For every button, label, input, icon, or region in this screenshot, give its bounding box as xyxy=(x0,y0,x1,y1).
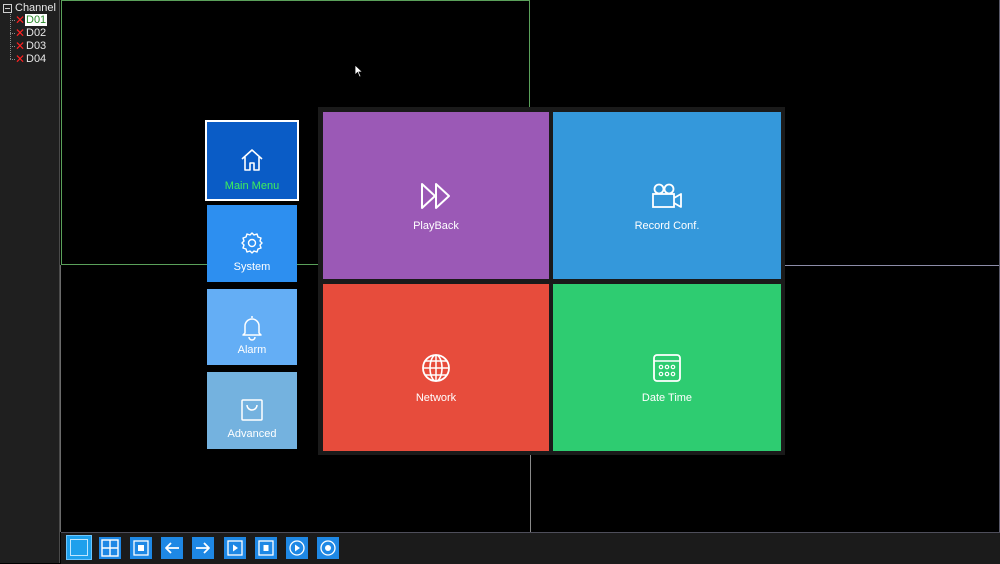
disconnected-icon: ✕ xyxy=(15,39,26,53)
bottom-toolbar xyxy=(61,532,1000,564)
side-menu-label: Main Menu xyxy=(224,180,280,192)
mouse-cursor-icon xyxy=(354,64,364,78)
fast-forward-icon xyxy=(421,183,450,209)
tile-playback[interactable]: PlayBack xyxy=(323,112,549,279)
view-divider-left-bottom xyxy=(60,265,61,532)
channel-label: D04 xyxy=(26,53,47,65)
bag-icon xyxy=(241,399,263,421)
single-view-button[interactable] xyxy=(66,535,92,560)
side-menu-label: System xyxy=(233,261,271,273)
tile-network[interactable]: Network xyxy=(323,284,549,451)
single-view-icon xyxy=(70,539,88,556)
arrow-left-icon xyxy=(165,542,179,554)
snapshot-button[interactable] xyxy=(317,537,339,559)
quad-view-button[interactable] xyxy=(99,537,121,559)
channel-item-d01[interactable]: ✕ D01 xyxy=(10,13,48,27)
tile-label: PlayBack xyxy=(413,220,459,232)
disconnected-icon: ✕ xyxy=(15,13,26,27)
play-icon xyxy=(227,540,243,556)
arrow-right-icon xyxy=(196,542,210,554)
collapse-icon[interactable] xyxy=(3,3,12,13)
snapshot-icon xyxy=(320,540,336,556)
record-button[interactable] xyxy=(255,537,277,559)
video-camera-icon xyxy=(652,183,682,208)
fullscreen-icon xyxy=(133,540,149,556)
channel-item-d03[interactable]: ✕ D03 xyxy=(10,40,47,52)
main-menu-panel: PlayBack Record Conf. Network Date Time xyxy=(318,107,785,455)
side-menu-label: Advanced xyxy=(227,428,277,440)
side-menu-alarm[interactable]: Alarm xyxy=(207,289,297,365)
channel-label: D03 xyxy=(26,40,47,52)
record-icon xyxy=(258,540,274,556)
previous-button[interactable] xyxy=(161,537,183,559)
side-menu-advanced[interactable]: Advanced xyxy=(207,372,297,449)
channel-item-d04[interactable]: ✕ D04 xyxy=(10,53,47,65)
tile-record-conf[interactable]: Record Conf. xyxy=(553,112,781,279)
gear-icon xyxy=(241,232,263,254)
globe-icon xyxy=(422,354,450,382)
bell-icon xyxy=(242,316,262,341)
tile-label: Record Conf. xyxy=(634,220,700,232)
next-button[interactable] xyxy=(192,537,214,559)
channel-item-d02[interactable]: ✕ D02 xyxy=(10,27,47,39)
tile-label: Date Time xyxy=(641,392,693,404)
channel-tree-header[interactable]: Channel xyxy=(3,2,56,14)
channel-label: D02 xyxy=(26,27,47,39)
playback-icon xyxy=(289,540,305,556)
side-menu-label: Alarm xyxy=(237,344,267,356)
disconnected-icon: ✕ xyxy=(15,52,26,66)
channel-panel: Channel ✕ D01 ✕ D02 ✕ D03 ✕ D04 xyxy=(0,0,60,563)
tile-label: Network xyxy=(415,392,457,404)
calendar-icon xyxy=(653,354,681,382)
side-menu-system[interactable]: System xyxy=(207,205,297,282)
side-menu-main-menu[interactable]: Main Menu xyxy=(205,120,299,201)
home-icon xyxy=(241,149,263,171)
disconnected-icon: ✕ xyxy=(15,26,26,40)
playback-button[interactable] xyxy=(286,537,308,559)
fullscreen-button[interactable] xyxy=(130,537,152,559)
quad-view-icon xyxy=(101,539,119,557)
channel-label: D01 xyxy=(25,14,48,26)
play-button[interactable] xyxy=(224,537,246,559)
tile-date-time[interactable]: Date Time xyxy=(553,284,781,451)
